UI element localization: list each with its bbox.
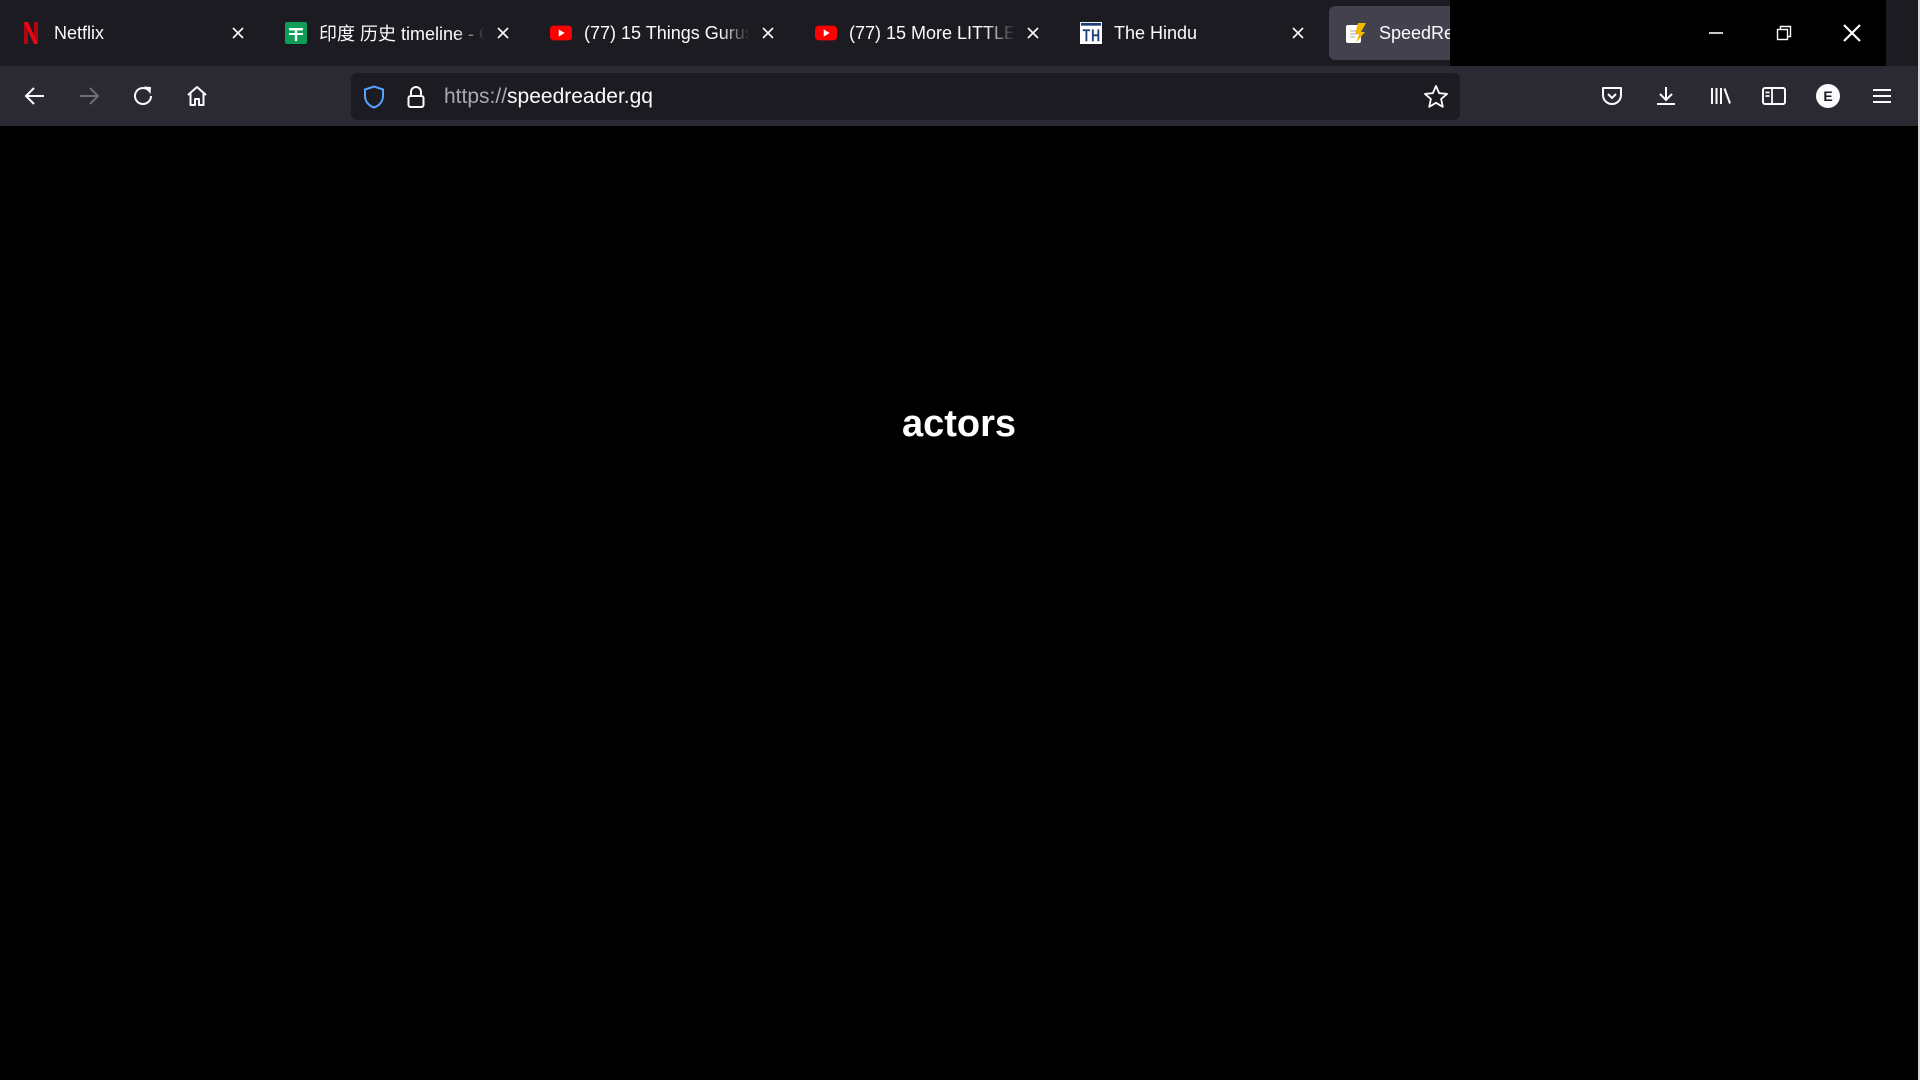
tab-the-hindu[interactable]: The Hindu bbox=[1064, 6, 1322, 60]
tab-title: (77) 15 Things Gurus & Experts bbox=[584, 22, 750, 43]
account-button[interactable]: E bbox=[1806, 74, 1850, 118]
tab-netflix[interactable]: Netflix bbox=[4, 6, 262, 60]
close-tab-icon[interactable] bbox=[226, 21, 250, 45]
tab-list: Netflix 印度 历史 timeline - Google bbox=[0, 0, 1636, 66]
url-text[interactable]: https://speedreader.gq bbox=[444, 84, 653, 110]
pocket-icon bbox=[1600, 84, 1624, 108]
download-icon bbox=[1654, 84, 1678, 108]
reload-button[interactable] bbox=[121, 74, 165, 118]
tab-title: (77) 15 More LITTLE THINGS bbox=[849, 22, 1015, 43]
forward-arrow-icon bbox=[77, 84, 101, 108]
home-button[interactable] bbox=[175, 74, 219, 118]
close-window-button[interactable] bbox=[1818, 0, 1886, 66]
tab-title: The Hindu bbox=[1114, 22, 1198, 43]
url-scheme: https:// bbox=[444, 85, 508, 108]
sidebar-icon bbox=[1761, 84, 1787, 108]
restore-icon bbox=[1776, 25, 1792, 41]
reload-icon bbox=[131, 84, 155, 108]
tracking-protection-shield-icon[interactable] bbox=[361, 84, 387, 110]
youtube-icon bbox=[815, 22, 837, 44]
home-icon bbox=[185, 84, 209, 108]
app-menu-button[interactable] bbox=[1860, 74, 1904, 118]
the-hindu-icon bbox=[1080, 22, 1102, 44]
window-controls bbox=[1450, 0, 1886, 66]
account-initial: E bbox=[1823, 88, 1833, 104]
minimize-icon bbox=[1708, 25, 1724, 41]
google-sheets-icon bbox=[285, 22, 307, 44]
url-host: speedreader.gq bbox=[507, 85, 653, 108]
tab-google-sheets[interactable]: 印度 历史 timeline - Google bbox=[269, 6, 527, 60]
library-button[interactable] bbox=[1699, 74, 1743, 118]
restore-button[interactable] bbox=[1750, 0, 1818, 66]
bookmark-star-icon[interactable] bbox=[1422, 83, 1450, 111]
navigation-toolbar: https://speedreader.gq E bbox=[0, 66, 1920, 126]
account-avatar-icon: E bbox=[1816, 84, 1840, 108]
tab-strip: Netflix 印度 历史 timeline - Google bbox=[0, 0, 1920, 66]
tab-title: 印度 历史 timeline - Google bbox=[319, 24, 485, 44]
netflix-icon bbox=[20, 22, 42, 44]
minimize-button[interactable] bbox=[1682, 0, 1750, 66]
hamburger-menu-icon bbox=[1870, 84, 1894, 108]
address-bar[interactable]: https://speedreader.gq bbox=[351, 73, 1460, 120]
pocket-button[interactable] bbox=[1590, 74, 1634, 118]
youtube-icon bbox=[550, 22, 572, 44]
forward-button[interactable] bbox=[67, 74, 111, 118]
downloads-button[interactable] bbox=[1644, 74, 1688, 118]
back-arrow-icon bbox=[23, 84, 47, 108]
page-content: actors bbox=[0, 126, 1918, 1080]
sidebar-button[interactable] bbox=[1752, 74, 1796, 118]
back-button[interactable] bbox=[13, 74, 57, 118]
lock-icon[interactable] bbox=[404, 84, 428, 110]
close-tab-icon[interactable] bbox=[491, 21, 515, 45]
library-icon bbox=[1709, 84, 1733, 108]
close-tab-icon[interactable] bbox=[1021, 21, 1045, 45]
close-icon bbox=[1842, 23, 1862, 43]
tab-title: Netflix bbox=[54, 22, 105, 43]
speedreader-icon bbox=[1345, 22, 1367, 44]
close-tab-icon[interactable] bbox=[756, 21, 780, 45]
tab-youtube-1[interactable]: (77) 15 Things Gurus & Experts bbox=[534, 6, 792, 60]
speedreader-current-word: actors bbox=[901, 403, 1017, 445]
tab-youtube-2[interactable]: (77) 15 More LITTLE THINGS bbox=[799, 6, 1057, 60]
close-tab-icon[interactable] bbox=[1286, 21, 1310, 45]
